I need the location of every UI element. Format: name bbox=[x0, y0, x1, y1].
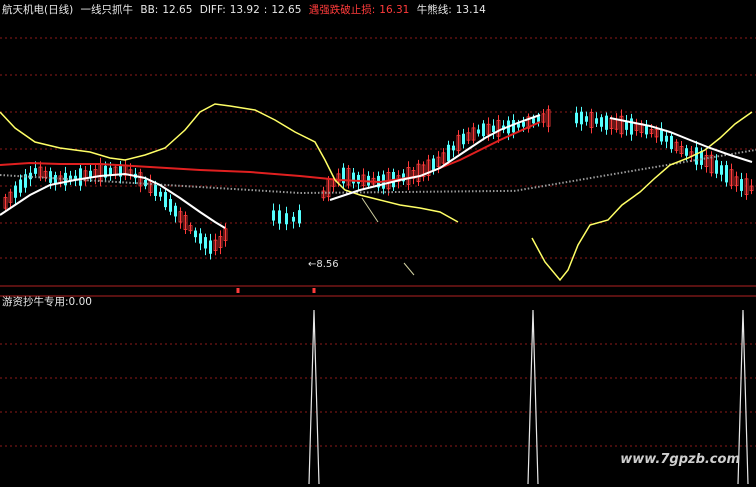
candle-body bbox=[720, 165, 723, 175]
candle-body bbox=[109, 167, 112, 175]
candle-body bbox=[725, 165, 728, 183]
stock-name: 航天机电(日线) bbox=[2, 4, 74, 16]
candle-body bbox=[452, 145, 455, 151]
signal-dot bbox=[236, 288, 240, 293]
candle-body bbox=[209, 240, 212, 254]
candle-body bbox=[154, 185, 157, 196]
candle-body bbox=[164, 192, 167, 208]
candle-body bbox=[357, 174, 360, 184]
spike-bar bbox=[527, 309, 539, 485]
signal-dot bbox=[312, 288, 316, 293]
candle-body bbox=[447, 144, 450, 162]
candle-body bbox=[685, 148, 688, 156]
bull-value: 13.14 bbox=[455, 4, 486, 16]
candle-body bbox=[595, 118, 598, 124]
candle-body bbox=[169, 198, 172, 212]
signal-line bbox=[403, 262, 415, 276]
candle-body bbox=[580, 111, 583, 125]
candle-body bbox=[665, 135, 668, 142]
candle-body bbox=[585, 116, 588, 122]
candle-body bbox=[715, 160, 718, 174]
candle-body bbox=[600, 117, 603, 127]
candle-body bbox=[14, 185, 17, 198]
candle-body bbox=[532, 118, 535, 124]
candle-body bbox=[522, 121, 525, 127]
candle-body bbox=[477, 129, 480, 134]
diff-sep: : bbox=[263, 4, 268, 16]
candle-body bbox=[199, 233, 202, 244]
candle-body bbox=[352, 172, 355, 184]
candle-body bbox=[670, 135, 673, 150]
candle-body bbox=[204, 237, 207, 249]
candle-body bbox=[695, 147, 698, 165]
bb-value: 12.65 bbox=[162, 4, 193, 16]
candle-body bbox=[630, 118, 633, 135]
stop-label: 遇强跌破止损: bbox=[308, 4, 376, 16]
diff-value: 13.92 bbox=[229, 4, 260, 16]
candle-body bbox=[19, 179, 22, 193]
watermark: www.7gpzb.com bbox=[620, 452, 740, 467]
chart-canvas bbox=[0, 37, 756, 485]
signal-line bbox=[361, 197, 379, 223]
candle-body bbox=[482, 123, 485, 137]
bb-label: BB: bbox=[140, 4, 159, 16]
candle-body bbox=[278, 210, 281, 224]
candle-body bbox=[159, 191, 162, 197]
candle-body bbox=[492, 125, 495, 132]
candle-body bbox=[79, 168, 82, 186]
candle-body bbox=[194, 230, 197, 238]
sub-panel-header: 游资抄牛专用:0.00 bbox=[2, 294, 92, 309]
candle-body bbox=[700, 151, 703, 165]
bull-label: 牛熊线: bbox=[416, 4, 452, 16]
grid-lines bbox=[0, 37, 756, 447]
candle-body bbox=[575, 112, 578, 124]
sub-label: 游资抄牛专用 bbox=[2, 296, 65, 308]
candle-body bbox=[272, 210, 275, 221]
low-price-annotation: ←8.56 bbox=[308, 259, 339, 270]
candle-body bbox=[625, 121, 628, 130]
candle-body bbox=[34, 168, 37, 174]
candle-body bbox=[740, 179, 743, 191]
diff-label: DIFF: bbox=[199, 4, 226, 16]
candle-body bbox=[537, 116, 540, 122]
sub-value: 0.00 bbox=[68, 296, 92, 308]
chart-header: 航天机电(日线) 一线只抓牛 BB: 12.65 DIFF: 13.92:12.65… bbox=[2, 2, 490, 17]
indicator-name: 一线只抓牛 bbox=[80, 4, 134, 16]
candle-body bbox=[174, 205, 177, 217]
stop-value: 16.31 bbox=[379, 4, 410, 16]
candle-body bbox=[54, 175, 57, 184]
candle-body bbox=[298, 210, 301, 224]
candle-body bbox=[285, 213, 288, 225]
candle-body bbox=[462, 133, 465, 145]
spike-bar bbox=[308, 309, 320, 485]
diff-value2: 12.65 bbox=[271, 4, 302, 16]
candle-body bbox=[292, 216, 295, 222]
signal-marks bbox=[236, 197, 415, 293]
candle-body bbox=[605, 115, 608, 130]
candle-body bbox=[512, 120, 515, 133]
